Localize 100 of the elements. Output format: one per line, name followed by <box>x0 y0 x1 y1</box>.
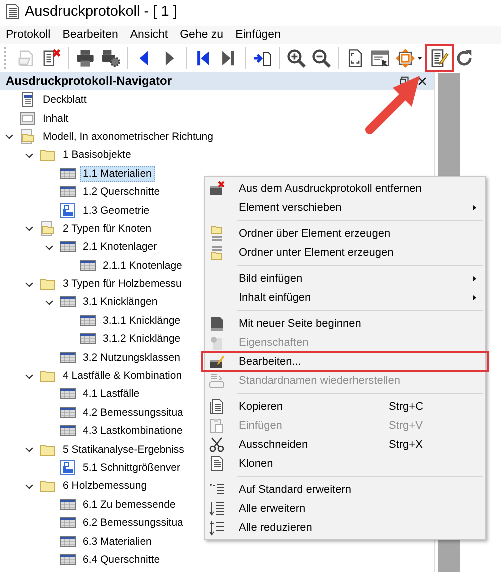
table-icon <box>60 239 76 256</box>
window-cursor-icon <box>371 48 390 68</box>
menu-item[interactable]: Bild einfügen <box>205 269 485 288</box>
tree-item[interactable]: 1.2 Querschnitte <box>80 184 164 200</box>
tree-item[interactable]: 4 Lastfälle & Kombination <box>60 368 186 384</box>
menu-item[interactable]: Einfügen <box>236 29 285 41</box>
table-icon <box>60 534 76 550</box>
menu-item[interactable]: Auf Standard erweitern <box>205 480 485 499</box>
toolbar-button[interactable] <box>427 45 452 71</box>
document-icon <box>5 4 21 20</box>
image-icon <box>60 460 76 476</box>
refresh-icon <box>455 48 474 68</box>
tree-item[interactable]: Inhalt <box>40 110 72 127</box>
close-icon[interactable] <box>417 76 428 86</box>
edit-page-icon <box>209 354 225 370</box>
window-icon <box>20 110 36 127</box>
expand-list-icon <box>209 500 225 516</box>
tree-item[interactable]: 1 Basisobjekte <box>60 147 134 164</box>
menu-item[interactable]: Ordner über Element erzeugen <box>205 224 485 243</box>
tree-item[interactable]: 2.1.1 Knotenlage <box>100 258 186 274</box>
table-icon <box>60 184 76 200</box>
tree-item[interactable]: 3.1 Knicklängen <box>80 294 161 310</box>
menu-item[interactable]: Protokoll <box>6 29 55 41</box>
pointer-arrow <box>366 76 420 134</box>
tree-item[interactable]: 6.4 Querschnitte <box>80 552 164 568</box>
menu-item[interactable]: Klonen <box>205 454 485 473</box>
tree-item[interactable]: 6.3 Materialien <box>80 534 155 550</box>
folder-above-icon <box>209 226 225 242</box>
delete-document-icon <box>42 48 61 68</box>
page-corners-icon <box>346 48 365 68</box>
remove-page-icon <box>209 180 225 196</box>
tree-item[interactable]: 6.2 Bemessungssitua <box>80 515 186 532</box>
menu-item[interactable]: Gehe zu <box>180 29 228 41</box>
clone-icon <box>209 456 225 472</box>
table-icon <box>60 552 76 568</box>
table-icon <box>80 258 96 274</box>
menu-item[interactable]: Ordner unter Element erzeugen <box>205 243 485 262</box>
caret-icon <box>416 54 424 62</box>
menu-item[interactable]: Bearbeiten... <box>202 352 488 371</box>
tree-item[interactable]: 6.1 Zu bemessende <box>80 496 179 513</box>
table-icon <box>60 423 76 440</box>
tree-item[interactable]: 2.1 Knotenlager <box>80 239 160 256</box>
tree-item[interactable]: 1.3 Geometrie <box>80 202 153 219</box>
menu-item[interactable]: Element verschieben <box>205 198 485 217</box>
submenu-arrow-icon <box>471 274 479 282</box>
page-icon <box>209 316 225 332</box>
tree-item[interactable]: 3.2 Nutzungsklassen <box>80 350 184 366</box>
panel-title: Ausdruckprotokoll-Navigator <box>6 74 174 88</box>
list-icon <box>209 482 225 498</box>
copy-icon <box>209 398 225 414</box>
tree-item[interactable]: 2 Typen für Knoten <box>60 220 155 237</box>
open-document-icon <box>17 48 36 68</box>
abc-page-icon <box>209 372 225 388</box>
tree-item[interactable]: 1.1 Materialien <box>80 166 155 182</box>
table-icon <box>60 386 76 402</box>
page-arrows-icon <box>396 48 415 68</box>
tree-item[interactable]: 4.3 Lastkombinatione <box>80 423 186 440</box>
scissors-icon <box>209 436 225 452</box>
folder-below-icon <box>209 244 225 260</box>
tree-item[interactable]: 6 Holzbemessung <box>60 478 150 494</box>
tree-item[interactable]: 5 Statikanalyse-Ergebniss <box>60 442 188 458</box>
menu-item[interactable]: Bearbeiten <box>62 29 122 41</box>
collapse-list-icon <box>209 520 225 536</box>
table-icon <box>60 350 76 366</box>
submenu-arrow-icon <box>471 294 479 302</box>
highlight-frame <box>425 44 454 72</box>
tree-item[interactable]: Modell, In axonometrischer Richtung <box>40 128 216 145</box>
table-icon <box>60 404 76 421</box>
menu-item[interactable]: Inhalt einfügen <box>205 288 485 307</box>
paste-icon <box>209 418 225 434</box>
table-icon <box>60 515 76 532</box>
printer-icon <box>76 48 95 68</box>
folder-document-icon <box>40 220 56 237</box>
edit-document-icon <box>430 48 449 68</box>
table-icon <box>80 331 96 348</box>
document-icon <box>20 92 36 108</box>
tree-item[interactable]: 3.1.2 Knicklänge <box>100 331 184 348</box>
table-icon <box>60 496 76 513</box>
tree-item[interactable]: 3 Typen für Holzbemessu <box>60 276 185 292</box>
printer-gear-icon <box>101 48 120 68</box>
menu-item[interactable]: Aus dem Ausdruckprotokoll entfernen <box>205 179 485 198</box>
menu-item[interactable]: Ausschneiden Strg+X <box>205 435 485 454</box>
menu-item[interactable]: Alle erweitern <box>205 499 485 518</box>
menu-item[interactable]: Mit neuer Seite beginnen <box>205 314 485 333</box>
tree-item[interactable]: 3.1.1 Knicklänge <box>100 312 184 329</box>
tree-item[interactable]: 4.1 Lastfälle <box>80 386 143 402</box>
tree-item[interactable]: Deckblatt <box>40 92 90 108</box>
menu-item[interactable]: Ansicht <box>130 29 172 41</box>
table-icon <box>60 166 76 182</box>
tree-item[interactable]: 5.1 Schnittgrößenver <box>80 460 184 476</box>
table-icon <box>80 312 96 329</box>
menu-item[interactable]: Alle reduzieren <box>205 518 485 537</box>
folder-document-icon <box>20 128 36 145</box>
menu-item[interactable]: Kopieren Strg+C <box>205 397 485 416</box>
zoom-out-icon <box>312 48 331 68</box>
window-title: Ausdruckprotokoll - [ 1 ] <box>25 4 178 20</box>
image-icon <box>60 202 76 219</box>
tree-item[interactable]: 4.2 Bemessungssitua <box>80 404 186 421</box>
submenu-arrow-icon <box>471 204 479 212</box>
table-icon <box>60 294 76 310</box>
